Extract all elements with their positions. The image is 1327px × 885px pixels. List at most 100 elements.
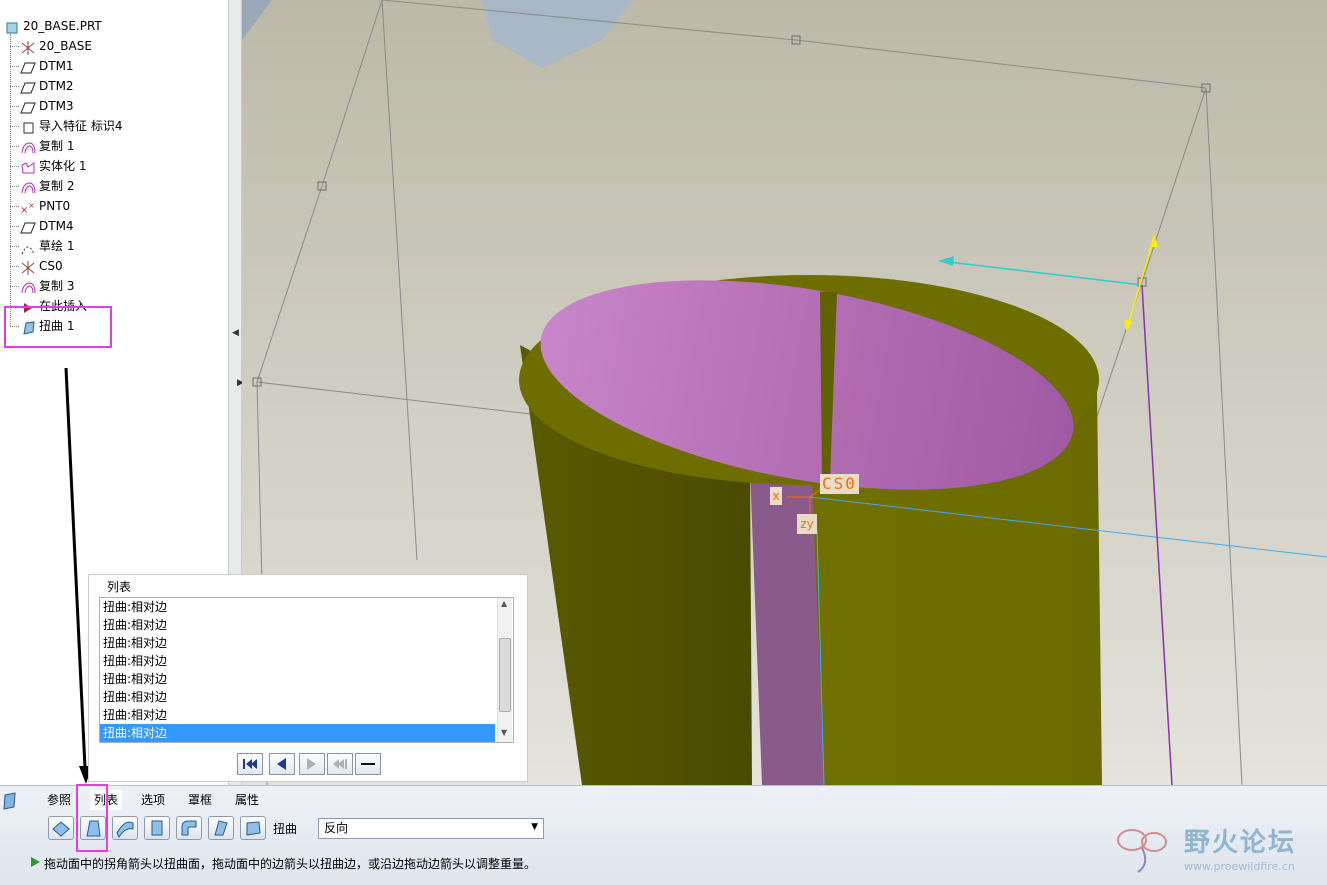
tree-item[interactable]: 实体化 1 bbox=[10, 157, 87, 175]
spine-tool-button[interactable] bbox=[112, 816, 138, 840]
tree-item[interactable]: DTM1 bbox=[10, 57, 74, 75]
watermark-title: 野火论坛 bbox=[1184, 828, 1297, 858]
chevron-down-icon: ▼ bbox=[531, 822, 538, 832]
first-item-button[interactable] bbox=[237, 753, 263, 775]
tree-connector bbox=[10, 46, 19, 47]
list-item[interactable]: 扭曲:相对边 bbox=[100, 634, 495, 652]
direction-select[interactable]: 反向 ▼ bbox=[318, 818, 544, 839]
tab-marquee[interactable]: 罩框 bbox=[188, 790, 212, 810]
tree-item[interactable]: DTM3 bbox=[10, 97, 74, 115]
tab-options[interactable]: 选项 bbox=[141, 790, 165, 810]
list-panel: 列表 扭曲:相对边 扭曲:相对边 扭曲:相对边 扭曲:相对边 扭曲:相对边 扭曲:相对边扭… bbox=[88, 574, 528, 782]
tree-item-label: 复制 1 bbox=[39, 139, 75, 153]
tree-item-label: 草绘 1 bbox=[39, 239, 75, 253]
tree-connector bbox=[10, 226, 19, 227]
copy-surface-icon bbox=[20, 280, 36, 294]
part-icon bbox=[4, 20, 20, 34]
minus-icon bbox=[361, 763, 375, 765]
twist-icon bbox=[214, 820, 228, 836]
tree-item-label: DTM1 bbox=[39, 59, 74, 73]
tree-connector bbox=[10, 286, 19, 287]
forum-watermark: 野火论坛 www.proewildfire.cn bbox=[1116, 820, 1322, 882]
scroll-thumb[interactable] bbox=[499, 638, 511, 712]
stretch-tool-button[interactable] bbox=[144, 816, 170, 840]
tree-guide-line bbox=[10, 34, 11, 326]
list-scrollbar[interactable]: ▲ ▼ bbox=[497, 598, 512, 742]
tree-item-label: DTM2 bbox=[39, 79, 74, 93]
tree-item-label: 复制 3 bbox=[39, 279, 75, 293]
tree-connector bbox=[10, 266, 19, 267]
datum-plane-icon bbox=[20, 220, 36, 234]
next-icon bbox=[307, 758, 316, 770]
tree-item-label: 实体化 1 bbox=[39, 159, 87, 173]
twist-tool-button[interactable] bbox=[208, 816, 234, 840]
tree-item-label: CS0 bbox=[39, 259, 63, 273]
butterfly-logo-icon bbox=[1117, 829, 1167, 873]
warp-operations-list[interactable]: 扭曲:相对边 扭曲:相对边 扭曲:相对边 扭曲:相对边 扭曲:相对边 扭曲:相对边 扭曲:相… bbox=[99, 597, 514, 743]
tree-connector bbox=[10, 126, 19, 127]
watermark-url: www.proewildfire.cn bbox=[1184, 860, 1295, 873]
tree-item[interactable]: 20_BASE.PRT bbox=[4, 17, 102, 35]
first-icon bbox=[243, 759, 257, 769]
tab-properties[interactable]: 属性 bbox=[235, 790, 259, 810]
next-item-button[interactable] bbox=[299, 753, 325, 775]
transform-icon bbox=[52, 821, 70, 837]
tab-references[interactable]: 参照 bbox=[47, 790, 71, 810]
tree-item[interactable]: 复制 2 bbox=[10, 177, 74, 195]
list-item[interactable]: 扭曲:相对边 bbox=[100, 670, 495, 688]
tree-connector bbox=[10, 146, 19, 147]
highlight-box-warp-feature bbox=[4, 306, 112, 348]
tree-connector bbox=[10, 246, 19, 247]
tree-item[interactable]: 草绘 1 bbox=[10, 237, 75, 255]
list-item[interactable]: 扭曲:相对边 bbox=[100, 706, 495, 724]
stretch-icon bbox=[151, 820, 163, 836]
tree-item[interactable]: DTM4 bbox=[10, 217, 74, 235]
list-item[interactable]: 扭曲:相对边 bbox=[100, 598, 495, 616]
list-item[interactable]: 扭曲:相对边 bbox=[100, 724, 495, 742]
tree-item-label: 20_BASE bbox=[39, 39, 92, 53]
tree-connector bbox=[10, 106, 19, 107]
tree-item[interactable]: 复制 1 bbox=[10, 137, 75, 155]
list-item[interactable]: 扭曲:相对边 bbox=[100, 652, 495, 670]
tree-item-label: DTM4 bbox=[39, 219, 74, 233]
tree-item[interactable]: 复制 3 bbox=[10, 277, 75, 295]
scroll-down-icon[interactable]: ▼ bbox=[501, 728, 507, 737]
tree-connector bbox=[10, 166, 19, 167]
feature-dashboard: 参照 列表 选项 罩框 属性 扭曲 反向 ▼ 拖动面中的拐角箭头以扭曲面，拖动面… bbox=[0, 784, 1327, 885]
tool-label: 扭曲 bbox=[273, 822, 298, 836]
collapse-left-icon[interactable]: ◀ bbox=[232, 328, 239, 338]
transform-tool-button[interactable] bbox=[48, 816, 74, 840]
scroll-up-icon[interactable]: ▲ bbox=[501, 599, 507, 608]
tree-connector bbox=[10, 206, 19, 207]
tree-item[interactable]: 导入特征 标识4 bbox=[10, 117, 123, 135]
tree-item[interactable]: × × PNT0 bbox=[10, 197, 71, 216]
status-message: 拖动面中的拐角箭头以扭曲面，拖动面中的边箭头以扭曲边，或沿边拖动边箭头以调整重量… bbox=[44, 857, 537, 871]
datum-point-icon: × × bbox=[20, 200, 36, 216]
tree-item[interactable]: DTM2 bbox=[10, 77, 74, 95]
remove-item-button[interactable] bbox=[355, 753, 381, 775]
tree-item-label: PNT0 bbox=[39, 199, 71, 213]
tree-item[interactable]: 20_BASE bbox=[10, 37, 92, 55]
copy-surface-icon bbox=[20, 140, 36, 154]
axis-x-label: x bbox=[770, 487, 782, 505]
bend-tool-button[interactable] bbox=[176, 816, 202, 840]
tree-item-label: 导入特征 标识4 bbox=[39, 119, 123, 133]
datum-plane-icon bbox=[20, 60, 36, 74]
direction-select-value: 反向 bbox=[324, 821, 349, 835]
previous-icon bbox=[277, 758, 286, 770]
status-arrow-icon bbox=[31, 857, 40, 867]
tree-item[interactable]: CS0 bbox=[10, 257, 63, 275]
sculpt-icon bbox=[246, 821, 261, 836]
sculpt-tool-button[interactable] bbox=[240, 816, 266, 840]
tree-item-label: 20_BASE.PRT bbox=[23, 19, 102, 33]
svg-text:×: × bbox=[28, 201, 35, 210]
axis-zy-label: zy bbox=[797, 514, 817, 534]
bend-icon bbox=[181, 820, 197, 836]
last-item-button[interactable] bbox=[327, 753, 353, 775]
copy-surface-icon bbox=[20, 180, 36, 194]
tree-connector bbox=[10, 186, 19, 187]
previous-item-button[interactable] bbox=[269, 753, 295, 775]
list-item[interactable]: 扭曲:相对边 bbox=[100, 688, 495, 706]
list-item[interactable]: 扭曲:相对边 bbox=[100, 616, 495, 634]
sketch-icon bbox=[20, 240, 36, 254]
